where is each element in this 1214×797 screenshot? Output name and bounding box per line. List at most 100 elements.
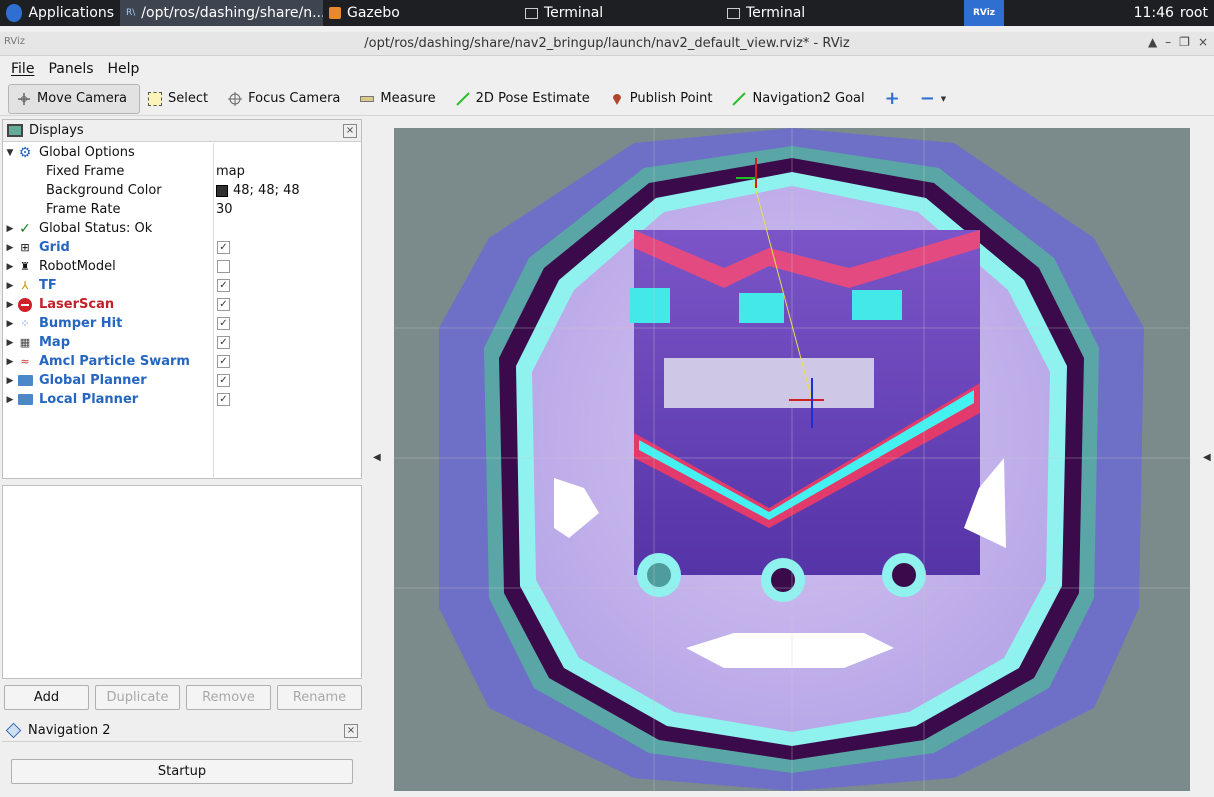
fixed-frame-value[interactable]: map <box>216 164 245 179</box>
particle-icon: ≈ <box>20 355 30 368</box>
menu-panels[interactable]: Panels <box>48 61 93 77</box>
tree-row-laserscan[interactable]: ▶ LaserScan ✓ <box>3 295 361 314</box>
tree-row-grid[interactable]: ▶ ⊞ Grid ✓ <box>3 238 361 257</box>
duplicate-button[interactable]: Duplicate <box>95 685 180 710</box>
monitor-icon <box>7 124 23 137</box>
expand-arrow-icon[interactable]: ▶ <box>3 224 17 234</box>
chevron-down-icon: ▼ <box>940 94 947 103</box>
grid-checkbox[interactable]: ✓ <box>217 241 230 254</box>
move-camera-icon <box>18 92 30 105</box>
terminal-icon <box>525 7 538 19</box>
diamond-icon <box>5 722 22 739</box>
expand-arrow-icon[interactable]: ▶ <box>3 281 17 291</box>
applications-menu[interactable]: Applications <box>0 0 120 26</box>
displays-panel: Displays × ▼ ⚙ Global Options Fixed Fram… <box>2 119 362 479</box>
pose-arrow-icon <box>455 91 470 106</box>
taskbar: Applications R\ /opt/ros/dashing/share/n… <box>0 0 1214 26</box>
expand-arrow-icon[interactable]: ▶ <box>3 300 17 310</box>
close-nav2-button[interactable]: × <box>344 723 358 738</box>
local-planner-checkbox[interactable]: ✓ <box>217 393 230 406</box>
expand-arrow-icon[interactable]: ▶ <box>3 395 17 405</box>
move-camera-tool[interactable]: Move Camera <box>8 83 141 114</box>
global-planner-checkbox[interactable]: ✓ <box>217 374 230 387</box>
window-logo: RViz <box>4 36 26 47</box>
gazebo-icon <box>329 7 341 19</box>
obstacle-right <box>852 290 902 320</box>
tree-row-amcl-particle-swarm[interactable]: ▶ ≈ Amcl Particle Swarm ✓ <box>3 352 361 371</box>
tree-row-local-planner[interactable]: ▶ Local Planner ✓ <box>3 390 361 409</box>
expand-arrow-icon[interactable]: ▶ <box>3 243 17 253</box>
task-rviz[interactable]: R\ /opt/ros/dashing/share/n... <box>120 0 323 26</box>
task-terminal-1[interactable]: Terminal <box>519 0 721 26</box>
bumper-hit-checkbox[interactable]: ✓ <box>217 317 230 330</box>
expand-arrow-icon[interactable]: ▼ <box>3 148 17 158</box>
menu-file[interactable]: File <box>11 61 34 77</box>
tree-row-robotmodel[interactable]: ▶ ♜ RobotModel <box>3 257 361 276</box>
nav-goal-tool[interactable]: Navigation2 Goal <box>724 84 876 114</box>
pillar-3-core <box>892 563 916 587</box>
focus-camera-icon <box>228 91 243 106</box>
startup-button[interactable]: Startup <box>11 759 353 784</box>
expand-arrow-icon[interactable]: ▶ <box>3 319 17 329</box>
arrow-up-icon[interactable]: ▲ <box>1148 35 1157 49</box>
map-checkbox[interactable]: ✓ <box>217 336 230 349</box>
measure-tool[interactable]: Measure <box>352 84 447 114</box>
displays-header: Displays × <box>3 120 361 142</box>
clock: 11:46 root <box>1133 5 1208 21</box>
expand-arrow-icon[interactable]: ▶ <box>3 376 17 386</box>
tree-row-global-planner[interactable]: ▶ Global Planner ✓ <box>3 371 361 390</box>
pose-estimate-tool[interactable]: 2D Pose Estimate <box>448 84 602 114</box>
task-terminal-2[interactable]: Terminal <box>721 0 964 26</box>
remove-button[interactable]: Remove <box>186 685 271 710</box>
terminal-icon <box>727 7 740 19</box>
tree-row-map[interactable]: ▶ ▦ Map ✓ <box>3 333 361 352</box>
focus-camera-tool[interactable]: Focus Camera <box>220 84 352 114</box>
task-gazebo[interactable]: Gazebo <box>323 0 519 26</box>
costmap-render <box>394 128 1190 791</box>
frame-rate-value[interactable]: 30 <box>216 202 233 217</box>
expand-arrow-icon[interactable]: ▶ <box>3 338 17 348</box>
close-icon[interactable]: × <box>1198 35 1208 49</box>
amcl-checkbox[interactable]: ✓ <box>217 355 230 368</box>
laserscan-checkbox[interactable]: ✓ <box>217 298 230 311</box>
tree-row-bumper-hit[interactable]: ▶ ⁘ Bumper Hit ✓ <box>3 314 361 333</box>
active-window-badge[interactable]: RViz <box>964 0 1004 26</box>
robotmodel-checkbox[interactable] <box>217 260 230 273</box>
window-title: /opt/ros/dashing/share/nav2_bringup/laun… <box>364 36 850 51</box>
close-displays-button[interactable]: × <box>343 123 357 138</box>
rename-button[interactable]: Rename <box>277 685 362 710</box>
applications-icon <box>6 4 23 22</box>
collapse-right-icon[interactable]: ◀ <box>1203 452 1211 463</box>
tree-row-tf[interactable]: ▶ ⅄ TF ✓ <box>3 276 361 295</box>
robot-icon: ♜ <box>20 260 30 273</box>
obstacle-left <box>630 288 670 323</box>
gear-icon: ⚙ <box>18 144 32 161</box>
folder-icon <box>17 374 33 388</box>
select-icon <box>148 91 163 106</box>
maximize-icon[interactable]: ❐ <box>1179 35 1190 49</box>
menubar: File Panels Help <box>0 57 1214 81</box>
add-button[interactable]: Add <box>4 685 89 710</box>
navigation2-panel-header: Navigation 2 × <box>2 720 362 742</box>
expand-arrow-icon[interactable]: ▶ <box>3 357 17 367</box>
grid-icon: ⊞ <box>20 241 30 254</box>
obstacle-mid <box>739 293 784 323</box>
tree-row-frame-rate[interactable]: Frame Rate 30 <box>3 200 361 219</box>
add-tool-button[interactable]: + <box>877 84 912 114</box>
expand-arrow-icon[interactable]: ▶ <box>3 262 17 272</box>
menu-help[interactable]: Help <box>108 61 140 77</box>
minimize-icon[interactable]: – <box>1165 35 1171 49</box>
render-viewport[interactable] <box>394 128 1190 791</box>
pillar-1-core <box>647 563 671 587</box>
background-color-value[interactable]: 48; 48; 48 <box>216 183 300 198</box>
properties-description-pane <box>2 485 362 679</box>
tf-checkbox[interactable]: ✓ <box>217 279 230 292</box>
select-tool[interactable]: Select <box>140 84 220 114</box>
tree-row-global-status[interactable]: ▶ ✓ Global Status: Ok <box>3 219 361 238</box>
collapse-left-icon[interactable]: ◀ <box>373 452 381 463</box>
remove-tool-button[interactable]: − ▼ <box>912 84 958 114</box>
tree-row-fixed-frame[interactable]: Fixed Frame map <box>3 162 361 181</box>
tree-row-global-options[interactable]: ▼ ⚙ Global Options <box>3 143 361 162</box>
tree-row-background-color[interactable]: Background Color 48; 48; 48 <box>3 181 361 200</box>
publish-point-tool[interactable]: Publish Point <box>602 84 725 114</box>
